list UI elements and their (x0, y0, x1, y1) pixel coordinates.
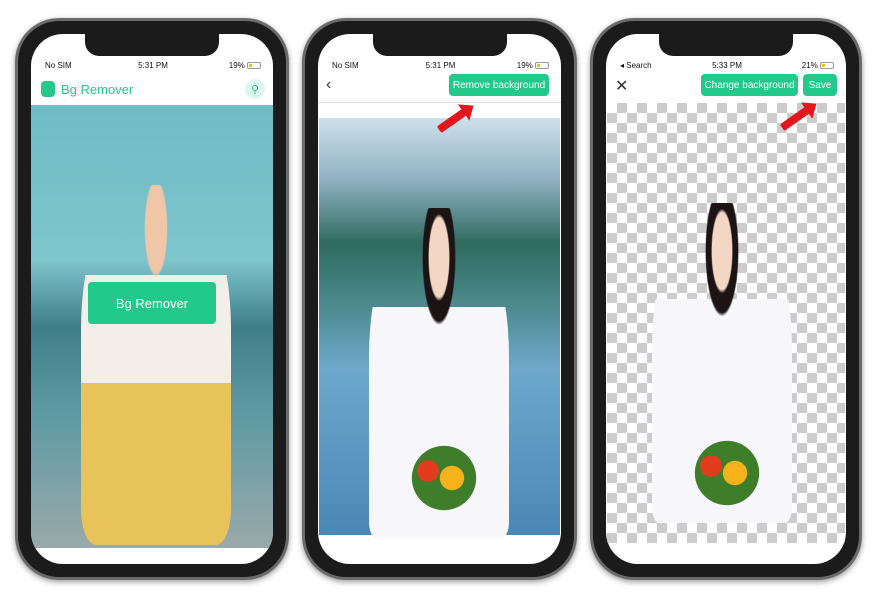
status-bar: No SIM 5:31 PM 19% (332, 58, 549, 72)
header-divider (318, 102, 561, 103)
transparent-canvas (607, 103, 845, 543)
cutout-bride (652, 203, 792, 523)
time: 5:31 PM (138, 60, 168, 70)
phone-result: ◂ Search 5:33 PM 21% ✕ Change background… (590, 18, 862, 580)
profile-icon[interactable]: ⚲ (245, 79, 265, 99)
sample-photo (31, 105, 273, 548)
bg-remover-button[interactable]: Bg Remover (88, 282, 216, 324)
bride-figure (369, 208, 509, 538)
battery-icon (820, 61, 834, 69)
app-logo-icon (41, 81, 55, 97)
screen: No SIM 5:31 PM 19% Bg Remover ⚲ Bg Remov… (31, 34, 273, 564)
time: 5:33 PM (712, 60, 742, 70)
remove-background-button[interactable]: Remove background (449, 74, 549, 96)
screen: ◂ Search 5:33 PM 21% ✕ Change background… (606, 34, 846, 564)
status-bar: No SIM 5:31 PM 19% (45, 58, 261, 72)
screen: No SIM 5:31 PM 19% ‹ Remove background (318, 34, 561, 564)
bouquet (687, 438, 767, 508)
close-icon[interactable]: ✕ (615, 76, 628, 96)
save-button[interactable]: Save (803, 74, 837, 96)
app-header: Bg Remover ⚲ (41, 77, 265, 101)
change-background-button[interactable]: Change background (701, 74, 798, 96)
back-icon[interactable]: ‹ (326, 76, 331, 94)
status-bar: ◂ Search 5:33 PM 21% (620, 58, 834, 72)
phone-home: No SIM 5:31 PM 19% Bg Remover ⚲ Bg Remov… (15, 18, 289, 580)
time: 5:31 PM (425, 60, 456, 70)
app-title: Bg Remover (61, 81, 134, 97)
battery-icon (247, 61, 261, 69)
notch (659, 34, 793, 56)
notch (372, 34, 507, 56)
bouquet (404, 443, 484, 513)
battery-icon (535, 61, 549, 69)
notch (85, 34, 219, 56)
woman-figure (81, 185, 231, 545)
phone-preview: No SIM 5:31 PM 19% ‹ Remove background (302, 18, 577, 580)
bride-photo (319, 118, 560, 538)
